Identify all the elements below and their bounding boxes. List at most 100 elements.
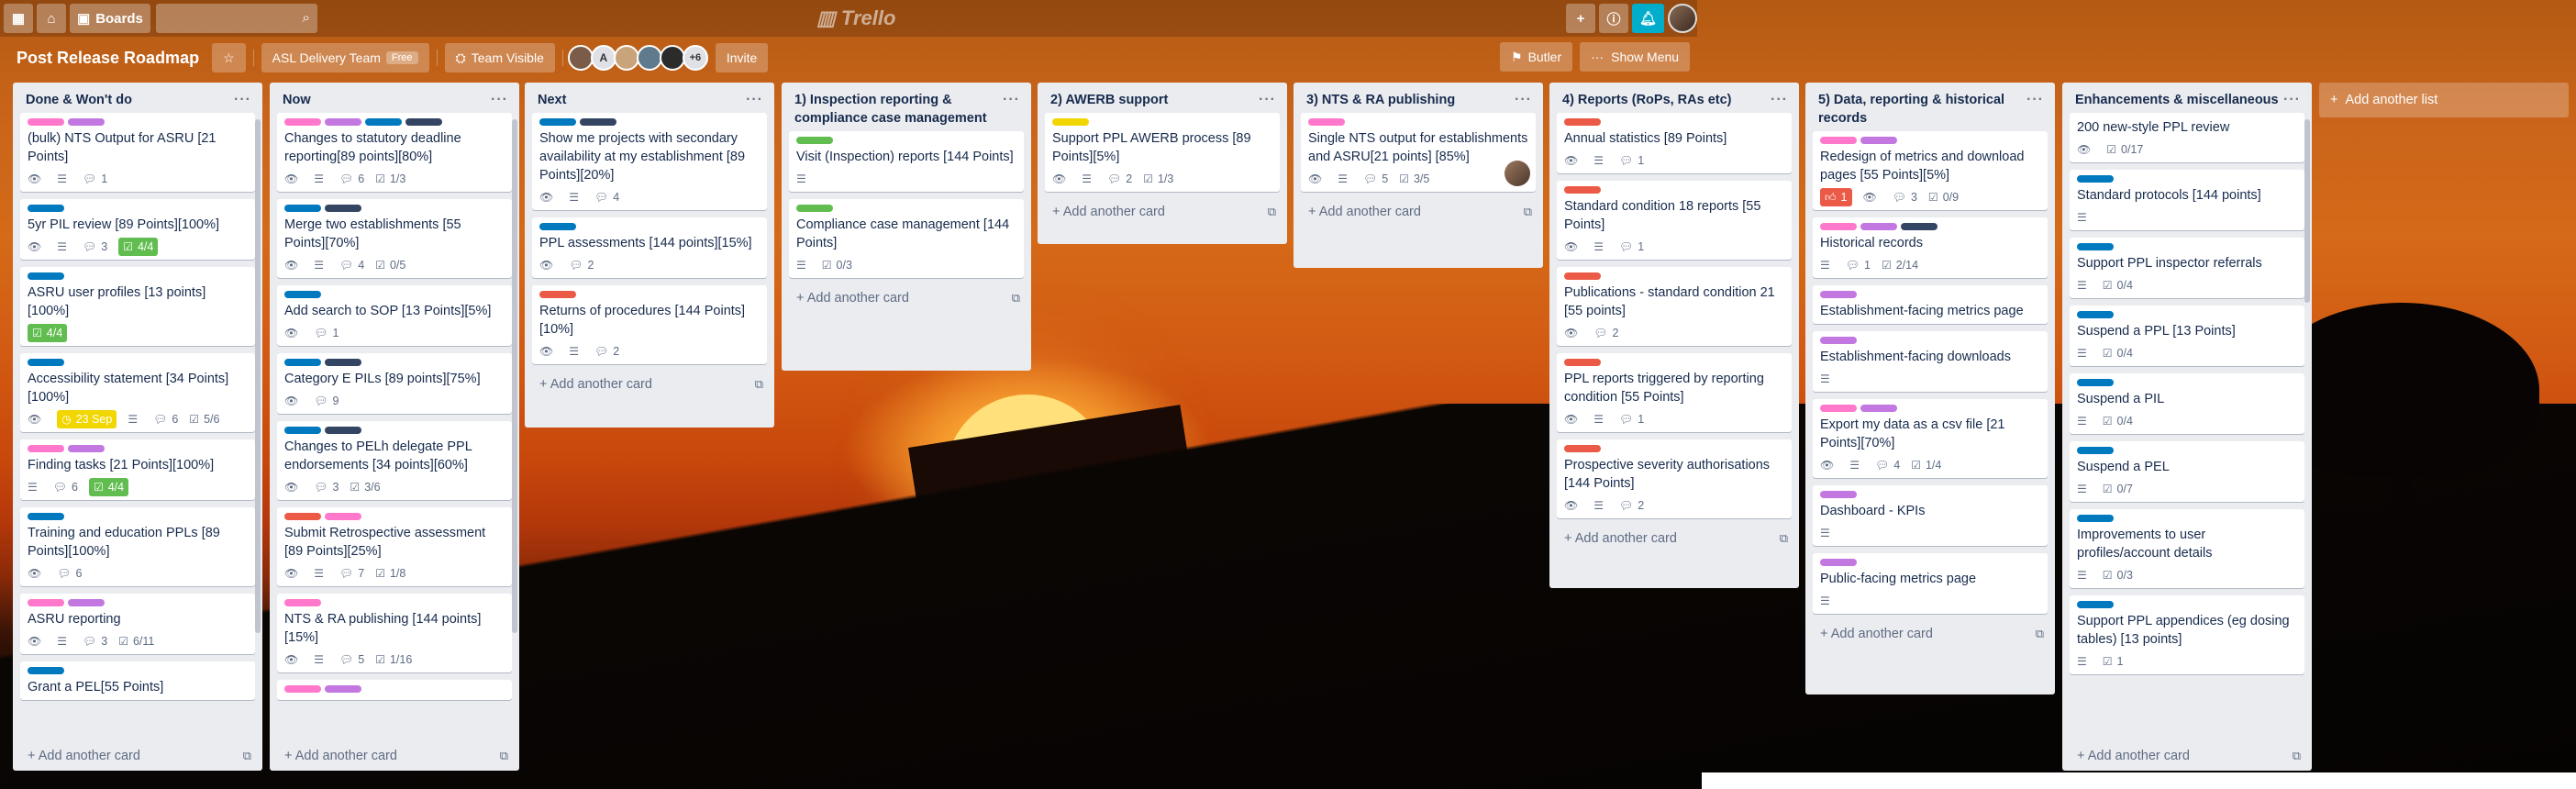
label-blue[interactable] — [284, 291, 321, 298]
list-menu-icon[interactable]: ··· — [1003, 91, 1020, 128]
card[interactable]: PPL assessments [144 points][15%] 👁︎ 💬︎ 2 — [532, 217, 767, 278]
card[interactable]: Training and education PPLs [89 Points][… — [20, 507, 255, 586]
card[interactable]: Visit (Inspection) reports [144 Points] ☰ — [789, 131, 1024, 192]
label-pink[interactable] — [1820, 137, 1857, 144]
info-button[interactable]: ⓘ — [1598, 4, 1628, 33]
label-red[interactable] — [284, 513, 321, 520]
label-purple[interactable] — [1860, 223, 1897, 230]
list-title[interactable]: 5) Data, reporting & historical records — [1818, 91, 2026, 128]
card[interactable]: Finding tasks [21 Points][100%] ☰ 💬︎ 6 ☑ 4/4 — [20, 439, 255, 500]
label-blue[interactable] — [365, 118, 402, 126]
add-card-button[interactable]: + Add another card ⧉ — [1805, 621, 2055, 649]
card[interactable]: Suspend a PPL [13 Points] ☰ ☑ 0/4 — [2070, 306, 2304, 366]
label-pink[interactable] — [28, 118, 64, 126]
list-title[interactable]: 1) Inspection reporting & compliance cas… — [794, 91, 1003, 128]
list-menu-icon[interactable]: ··· — [746, 91, 763, 109]
card[interactable]: ASRU reporting 👁︎ ☰ 💬︎ 3 ☑ 6/11 — [20, 594, 255, 654]
label-purple[interactable] — [325, 118, 361, 126]
label-red[interactable] — [539, 291, 576, 298]
card[interactable]: Prospective severity authorisations [144… — [1557, 439, 1792, 518]
label-blue[interactable] — [284, 427, 321, 434]
label-green[interactable] — [796, 137, 833, 144]
label-pink[interactable] — [1820, 223, 1857, 230]
list-header[interactable]: 1) Inspection reporting & compliance cas… — [782, 83, 1031, 131]
label-blue[interactable] — [2077, 601, 2114, 608]
label-purple[interactable] — [1820, 337, 1857, 344]
add-card-button[interactable]: + Add another card ⧉ — [1549, 526, 1799, 553]
list-menu-icon[interactable]: ··· — [2026, 91, 2044, 128]
card[interactable]: 5yr PIL review [89 Points][100%] 👁︎ ☰ 💬︎ 3 ☑ 4… — [20, 199, 255, 260]
label-blue[interactable] — [28, 359, 64, 366]
user-avatar[interactable] — [1668, 4, 1697, 33]
boards-button[interactable]: ▣ Boards — [70, 4, 150, 33]
list-header[interactable]: Enhancements & miscellaneous ··· — [2062, 83, 2312, 113]
card[interactable]: Show me projects with secondary availabi… — [532, 113, 767, 210]
label-black[interactable] — [1901, 223, 1938, 230]
card[interactable]: Establishment-facing metrics page — [1813, 285, 2048, 324]
card-template-icon[interactable]: ⧉ — [1780, 531, 1788, 546]
card[interactable]: Changes to statutory deadline reporting[… — [277, 113, 512, 192]
member-avatar[interactable] — [659, 45, 685, 71]
label-blue[interactable] — [28, 272, 64, 280]
label-blue[interactable] — [2077, 379, 2114, 386]
card-template-icon[interactable]: ⧉ — [1268, 205, 1276, 219]
member-avatar[interactable]: A — [590, 45, 616, 71]
label-black[interactable] — [325, 427, 361, 434]
list-menu-icon[interactable]: ··· — [2283, 91, 2301, 109]
label-purple[interactable] — [68, 118, 105, 126]
invite-button[interactable]: Invite — [715, 43, 769, 72]
card[interactable]: Historical records ☰ 💬︎ 1 ☑ 2/14 — [1813, 217, 2048, 278]
list-header[interactable]: 4) Reports (RoPs, RAs etc) ··· — [1549, 83, 1799, 113]
card[interactable]: Support PPL inspector referrals ☰ ☑ 0/4 — [2070, 238, 2304, 298]
card[interactable]: Grant a PEL[55 Points] — [20, 661, 255, 700]
label-purple[interactable] — [1860, 405, 1897, 412]
card[interactable]: Export my data as a csv file [21 Points]… — [1813, 399, 2048, 478]
label-pink[interactable] — [284, 118, 321, 126]
card[interactable]: ASRU user profiles [13 points] [100%] ☑ 4/… — [20, 267, 255, 346]
card[interactable]: Submit Retrospective assessment [89 Poin… — [277, 507, 512, 586]
label-yellow[interactable] — [1052, 118, 1089, 126]
label-blue[interactable] — [539, 223, 576, 230]
label-purple[interactable] — [1820, 291, 1857, 298]
add-card-button[interactable]: + Add another card ⧉ — [270, 743, 519, 771]
list-menu-icon[interactable]: ··· — [1259, 91, 1276, 109]
add-card-button[interactable]: + Add another card ⧉ — [1038, 199, 1287, 227]
label-pink[interactable] — [284, 685, 321, 693]
label-black[interactable] — [580, 118, 616, 126]
label-blue[interactable] — [28, 513, 64, 520]
show-menu-button[interactable]: ··· Show Menu — [1580, 42, 1691, 72]
label-black[interactable] — [405, 118, 442, 126]
add-card-button[interactable]: + Add another card ⧉ — [1294, 199, 1543, 227]
list-title[interactable]: Enhancements & miscellaneous — [2075, 91, 2279, 109]
card[interactable]: Annual statistics [89 Points] 👁︎ ☰ 💬︎ 1 — [1557, 113, 1792, 173]
label-blue[interactable] — [539, 118, 576, 126]
list-menu-icon[interactable]: ··· — [1771, 91, 1788, 109]
list-header[interactable]: Now ··· — [270, 83, 519, 113]
list-title[interactable]: 3) NTS & RA publishing — [1306, 91, 1455, 109]
label-blue[interactable] — [2077, 243, 2114, 250]
card[interactable]: Establishment-facing downloads ☰ — [1813, 331, 2048, 392]
label-red[interactable] — [1564, 445, 1601, 452]
label-blue[interactable] — [284, 359, 321, 366]
card[interactable]: Redesign of metrics and download pages [… — [1813, 131, 2048, 210]
add-list-button[interactable]: + Add another list — [2319, 83, 2569, 117]
card[interactable]: Public-facing metrics page ☰ — [1813, 553, 2048, 614]
card[interactable]: Compliance case management [144 Points] ☰… — [789, 199, 1024, 278]
label-blue[interactable] — [2077, 175, 2114, 183]
list-menu-icon[interactable]: ··· — [491, 91, 508, 109]
card[interactable]: Support PPL appendices (eg dosing tables… — [2070, 595, 2304, 674]
card-template-icon[interactable]: ⧉ — [2036, 627, 2044, 641]
card[interactable]: 200 new-style PPL review 👁︎ ☑ 0/17 — [2070, 113, 2304, 162]
card[interactable]: PPL reports triggered by reporting condi… — [1557, 353, 1792, 432]
label-black[interactable] — [325, 359, 361, 366]
more-members-button[interactable]: +6 — [682, 45, 708, 71]
add-card-button[interactable]: + Add another card ⧉ — [2062, 743, 2312, 771]
home-button[interactable]: ⌂ — [37, 4, 66, 33]
label-blue[interactable] — [2077, 311, 2114, 318]
label-blue[interactable] — [2077, 447, 2114, 454]
label-red[interactable] — [1564, 118, 1601, 126]
label-pink[interactable] — [325, 513, 361, 520]
list-scrollbar[interactable] — [255, 119, 261, 633]
team-button[interactable]: ASL Delivery Team Free — [261, 43, 429, 72]
label-pink[interactable] — [28, 445, 64, 452]
